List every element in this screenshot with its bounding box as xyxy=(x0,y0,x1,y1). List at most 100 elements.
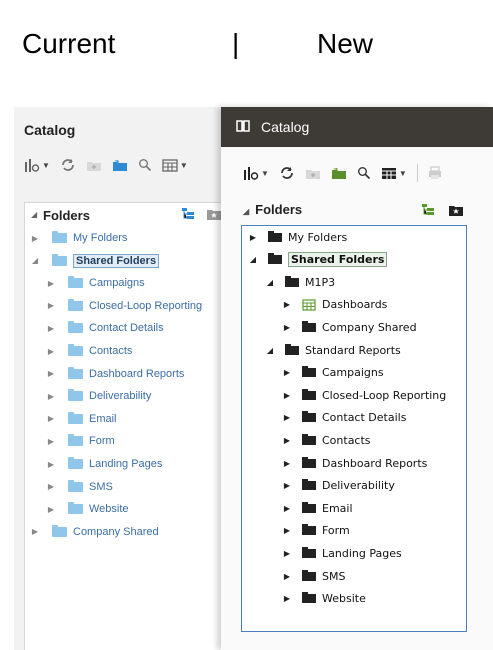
expand-arrow-icon[interactable]: ▶ xyxy=(282,572,292,581)
old-tree-item-sms[interactable]: ▶ SMS xyxy=(46,477,113,497)
expand-arrow-icon[interactable]: ▶ xyxy=(46,505,56,514)
folder-icon xyxy=(68,411,83,424)
folder-icon xyxy=(68,298,83,311)
expand-arrow-icon[interactable]: ▶ xyxy=(282,594,292,603)
old-tree-item-contacts[interactable]: ▶ Contacts xyxy=(46,341,132,361)
folder-icon xyxy=(302,569,316,581)
old-folders-header[interactable]: ◢ Folders xyxy=(25,203,225,225)
new-tree-item-contact-details[interactable]: ▶ Contact Details xyxy=(282,408,406,428)
new-heading: New xyxy=(317,28,374,59)
new-folders-header[interactable]: ◢ Folders xyxy=(243,202,302,217)
new-tree-item-contacts[interactable]: ▶ Contacts xyxy=(282,430,371,450)
view-options-icon[interactable]: ▼ xyxy=(24,156,50,174)
old-tree-item-campaigns[interactable]: ▶ Campaigns xyxy=(46,273,145,293)
old-tree-item-my-folders[interactable]: ▶ My Folders xyxy=(30,228,127,248)
expand-arrow-icon[interactable]: ▶ xyxy=(282,526,292,535)
tree-item-label: Dashboard Reports xyxy=(89,367,185,380)
new-tree-item-email[interactable]: ▶ Email xyxy=(282,498,353,518)
new-tree-item-deliverability[interactable]: ▶ Deliverability xyxy=(282,476,395,496)
new-tree-item-m1p3[interactable]: ◢ M1P3 xyxy=(265,272,335,292)
view-options-icon[interactable]: ▼ xyxy=(243,164,269,182)
collapse-icon[interactable]: ◢ xyxy=(243,207,249,216)
expand-arrow-icon[interactable]: ▶ xyxy=(46,301,56,310)
new-tree-item-sms[interactable]: ▶ SMS xyxy=(282,566,345,586)
refresh-icon[interactable] xyxy=(60,156,76,174)
new-tree-item-closed-loop-reporting[interactable]: ▶ Closed-Loop Reporting xyxy=(282,385,446,405)
new-tree-item-standard-reports[interactable]: ◢ Standard Reports xyxy=(265,340,401,360)
old-tree-item-deliverability[interactable]: ▶ Deliverability xyxy=(46,386,151,406)
collapse-icon[interactable]: ◢ xyxy=(31,210,37,219)
expand-arrow-icon[interactable]: ▶ xyxy=(46,392,56,401)
new-tree-item-dashboards[interactable]: ▶ Dashboards xyxy=(282,295,388,315)
expand-arrow-icon[interactable]: ▶ xyxy=(46,369,56,378)
search-icon[interactable] xyxy=(138,156,152,174)
old-tree-item-closed-loop-reporting[interactable]: ▶ Closed-Loop Reporting xyxy=(46,296,202,316)
tree-view-icon[interactable] xyxy=(421,203,435,221)
open-folder-icon[interactable] xyxy=(331,164,347,182)
old-tree-item-landing-pages[interactable]: ▶ Landing Pages xyxy=(46,454,162,474)
old-tree-item-email[interactable]: ▶ Email xyxy=(46,409,117,429)
expand-arrow-icon[interactable]: ▶ xyxy=(282,481,292,490)
expand-arrow-icon[interactable]: ▶ xyxy=(282,436,292,445)
tree-item-label: Deliverability xyxy=(322,479,395,493)
tree-item-label: Email xyxy=(89,412,117,425)
new-tree-item-landing-pages[interactable]: ▶ Landing Pages xyxy=(282,543,402,563)
expand-arrow-icon[interactable]: ▶ xyxy=(46,347,56,356)
favorite-folder-icon[interactable] xyxy=(207,207,221,225)
expand-arrow-icon[interactable]: ▶ xyxy=(46,279,56,288)
expand-arrow-icon[interactable]: ▶ xyxy=(46,460,56,469)
tree-item-label: Form xyxy=(322,524,350,538)
expand-arrow-icon[interactable]: ▶ xyxy=(282,549,292,558)
expand-arrow-icon[interactable]: ▶ xyxy=(248,233,258,242)
new-tree-item-campaigns[interactable]: ▶ Campaigns xyxy=(282,363,384,383)
favorite-folder-icon[interactable] xyxy=(449,203,463,221)
old-tree-item-contact-details[interactable]: ▶ Contact Details xyxy=(46,318,164,338)
expand-arrow-icon[interactable]: ▶ xyxy=(30,527,40,536)
grid-view-icon[interactable]: ▼ xyxy=(162,156,188,174)
expand-arrow-icon[interactable]: ▶ xyxy=(282,391,292,400)
old-tree-item-dashboard-reports[interactable]: ▶ Dashboard Reports xyxy=(46,364,184,384)
new-folder-icon[interactable] xyxy=(305,164,321,182)
tree-item-label: Email xyxy=(322,501,353,515)
expand-arrow-icon[interactable]: ▶ xyxy=(46,482,56,491)
open-folder-icon[interactable] xyxy=(112,156,128,174)
folder-icon xyxy=(68,389,83,402)
search-icon[interactable] xyxy=(357,164,371,182)
new-tree-item-my-folders[interactable]: ▶ My Folders xyxy=(248,227,347,247)
collapse-arrow-icon[interactable]: ◢ xyxy=(265,278,275,287)
tree-view-icon[interactable] xyxy=(181,207,195,225)
expand-arrow-icon[interactable]: ▶ xyxy=(282,300,292,309)
tree-item-label: My Folders xyxy=(73,232,128,244)
old-folders-label: Folders xyxy=(43,208,90,223)
new-catalog-titlebar: Catalog xyxy=(221,107,493,147)
expand-arrow-icon[interactable]: ▶ xyxy=(46,324,56,333)
new-tree-item-company-shared[interactable]: ▶ Company Shared xyxy=(282,317,417,337)
new-tree-item-form[interactable]: ▶ Form xyxy=(282,521,350,541)
expand-arrow-icon[interactable]: ▶ xyxy=(282,413,292,422)
grid-view-icon[interactable]: ▼ xyxy=(381,164,407,182)
new-folder-icon[interactable] xyxy=(86,156,102,174)
expand-arrow-icon[interactable]: ▶ xyxy=(46,414,56,423)
print-icon[interactable] xyxy=(428,164,442,182)
collapse-arrow-icon[interactable]: ◢ xyxy=(265,346,275,355)
refresh-icon[interactable] xyxy=(279,164,295,182)
old-catalog-panel: Catalog ▼ ▼ ◢ Folders ▶ My Folders ◢ Sha… xyxy=(14,107,230,650)
old-tree-item-website[interactable]: ▶ Website xyxy=(46,499,129,519)
folder-icon xyxy=(52,231,67,243)
old-tree-item-shared-folders[interactable]: ◢ Shared Folders xyxy=(30,251,160,271)
expand-arrow-icon[interactable]: ▶ xyxy=(282,368,292,377)
expand-arrow-icon[interactable]: ▶ xyxy=(282,323,292,332)
collapse-arrow-icon[interactable]: ◢ xyxy=(248,255,258,264)
old-tree-item-form[interactable]: ▶ Form xyxy=(46,431,115,451)
new-tree-item-dashboard-reports[interactable]: ▶ Dashboard Reports xyxy=(282,453,427,473)
collapse-arrow-icon[interactable]: ◢ xyxy=(30,256,40,265)
new-tree-item-website[interactable]: ▶ Website xyxy=(282,589,366,609)
new-tree-item-shared-folders[interactable]: ◢ Shared Folders xyxy=(248,250,388,270)
tree-item-label: Campaigns xyxy=(322,366,384,380)
expand-arrow-icon[interactable]: ▶ xyxy=(282,504,292,513)
old-tree-item-company-shared[interactable]: ▶ Company Shared xyxy=(30,522,159,542)
expand-arrow-icon[interactable]: ▶ xyxy=(282,459,292,468)
folder-icon xyxy=(268,253,282,265)
expand-arrow-icon[interactable]: ▶ xyxy=(30,234,40,243)
expand-arrow-icon[interactable]: ▶ xyxy=(46,437,56,446)
